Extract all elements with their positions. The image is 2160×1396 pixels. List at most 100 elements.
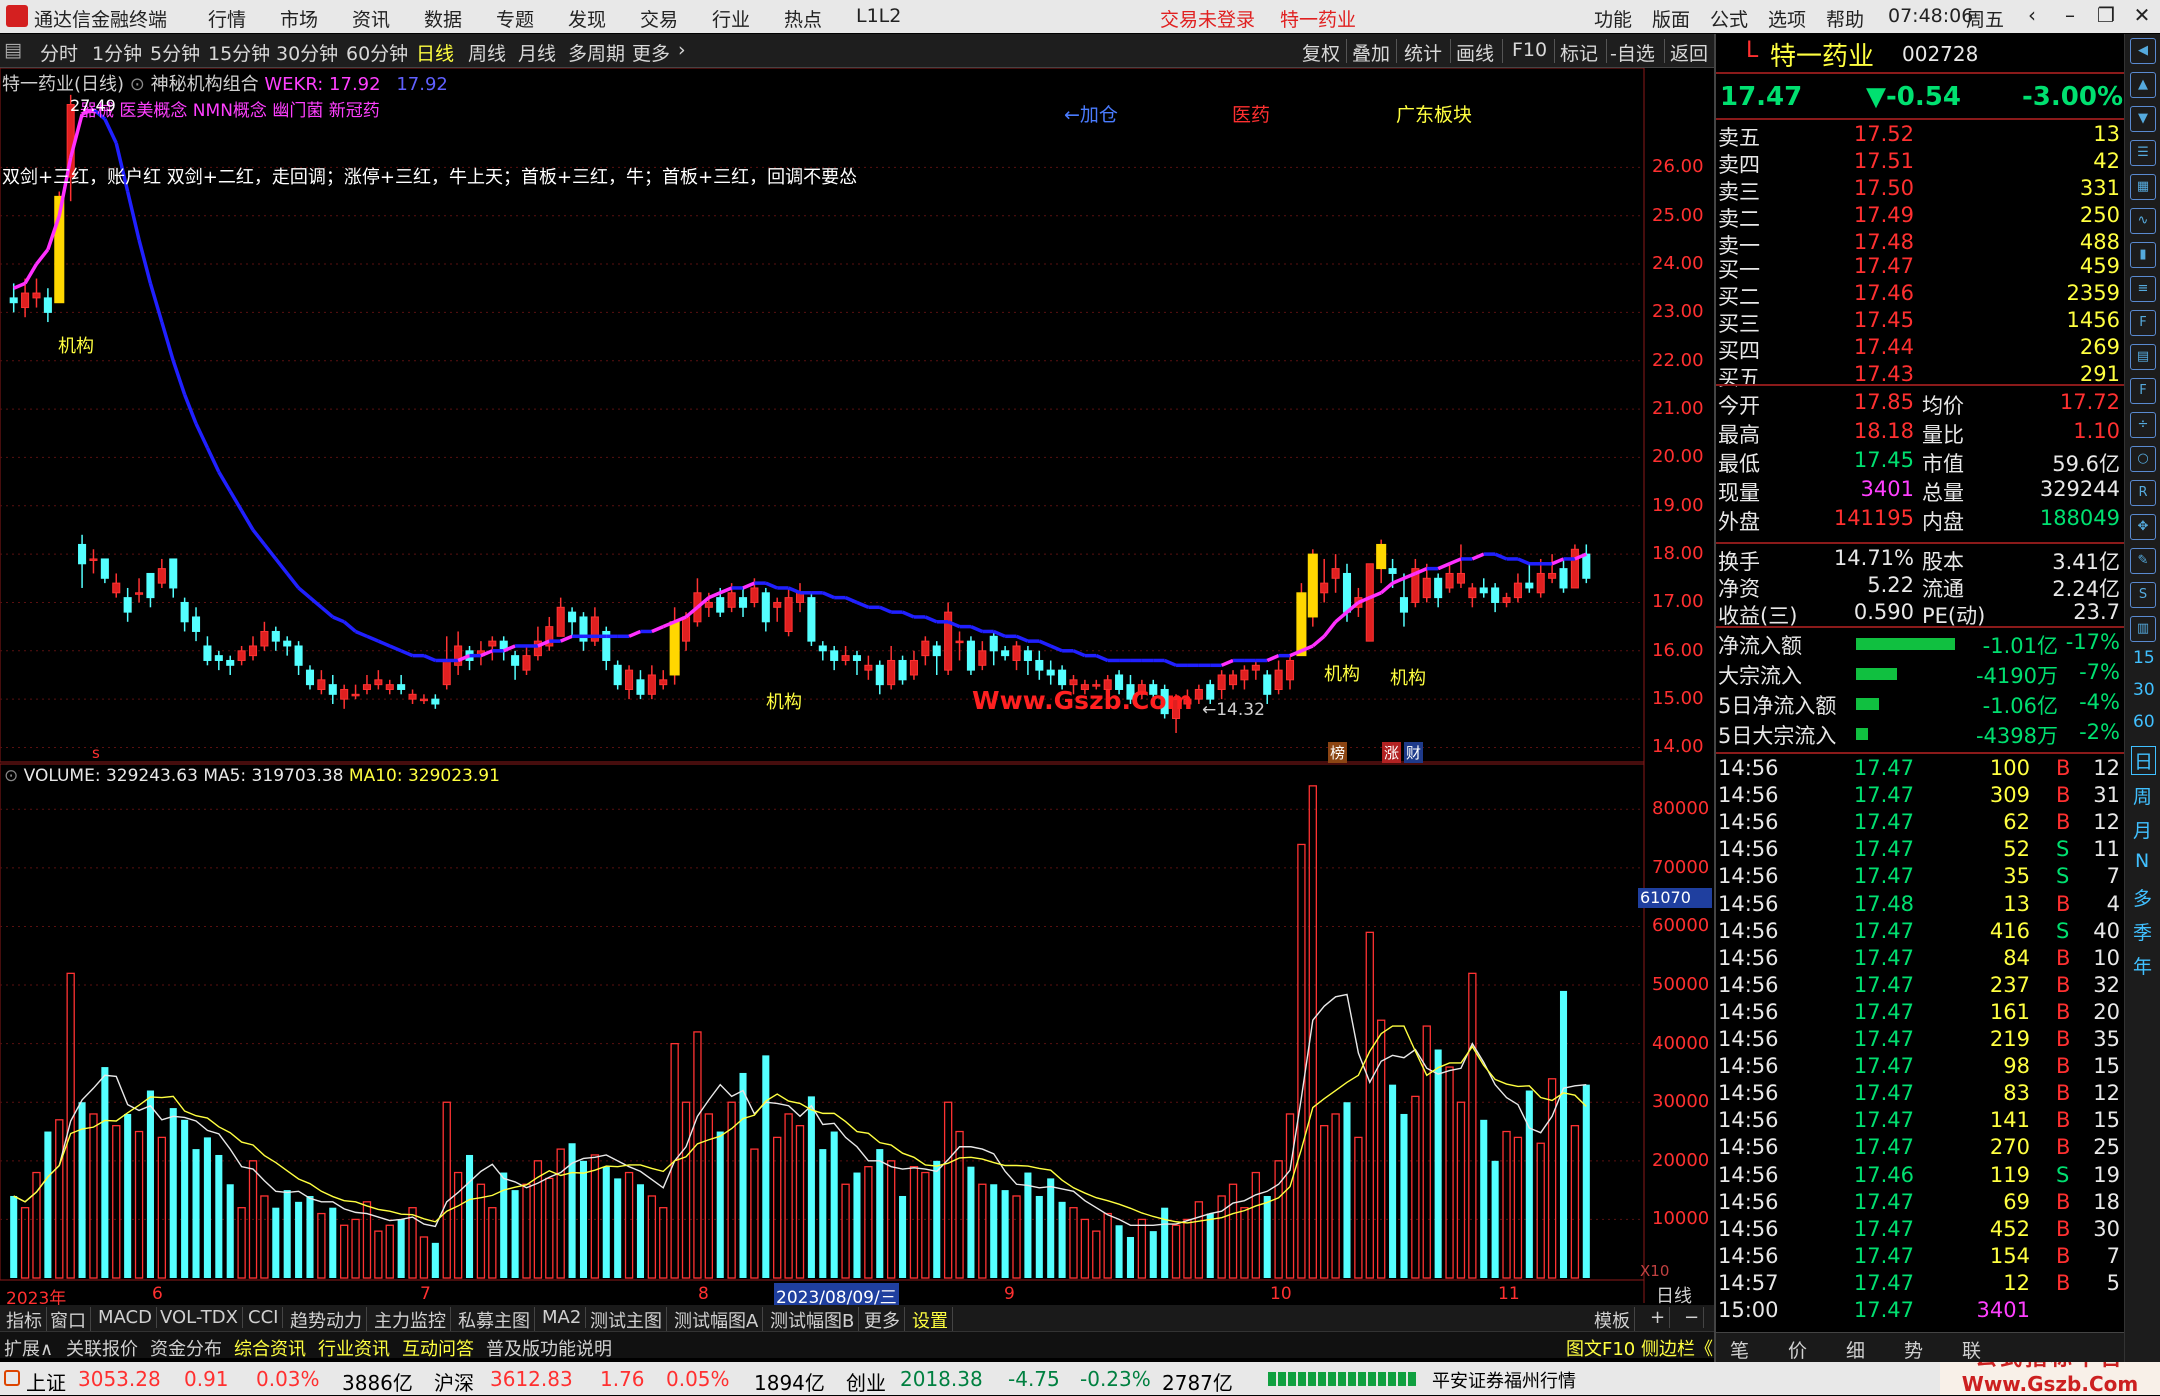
down-icon[interactable]: ▼ (2130, 106, 2156, 132)
tab-zhuli[interactable]: 主力监控 (370, 1307, 451, 1333)
tab-window[interactable]: 窗口 (46, 1307, 91, 1333)
indicator-dropdown-icon[interactable]: ⊙ (130, 74, 145, 95)
tool-back[interactable]: 返回 (1670, 39, 1708, 66)
tab-lian[interactable]: 联 (1962, 1336, 1981, 1363)
cy-name[interactable]: 创业 (846, 1367, 886, 1396)
detail-icon[interactable]: ≡ (2130, 276, 2156, 302)
menu-faxian[interactable]: 发现 (568, 5, 606, 32)
tab-vol-tdx[interactable]: VOL-TDX (156, 1307, 243, 1328)
period-year[interactable]: 年 (2133, 952, 2152, 979)
ext-hangye[interactable]: 行业资讯 (318, 1335, 390, 1361)
pen-icon[interactable]: ✎ (2130, 548, 2156, 574)
tool-tongji[interactable]: 统计 (1404, 39, 1442, 66)
min-30[interactable]: 30 (2133, 680, 2155, 700)
period-60min[interactable]: 60分钟 (346, 39, 408, 66)
period-multi-side[interactable]: 多 (2133, 884, 2152, 911)
tab-xi[interactable]: 细 (1846, 1336, 1865, 1363)
template-button[interactable]: 模板 (1590, 1307, 1635, 1333)
tab-qushi[interactable]: 趋势动力 (286, 1307, 367, 1333)
period-5min[interactable]: 5分钟 (150, 39, 200, 66)
tab-ceshi-zhu[interactable]: 测试主图 (586, 1307, 667, 1333)
period-day[interactable]: 日 (2131, 746, 2157, 775)
period-15min[interactable]: 15分钟 (208, 39, 270, 66)
tool-diejia[interactable]: 叠加 (1352, 39, 1390, 66)
f10-icon[interactable]: F (2130, 310, 2156, 336)
menu-banmian[interactable]: 版面 (1652, 5, 1690, 32)
period-more[interactable]: 更多 (632, 39, 670, 66)
period-quarter[interactable]: 季 (2133, 918, 2152, 945)
ext-puji[interactable]: 普及版功能说明 (486, 1335, 612, 1361)
tab-ceshi-a[interactable]: 测试幅图A (670, 1307, 764, 1333)
tab-macd[interactable]: MACD (94, 1307, 157, 1328)
period-weekly[interactable]: 周线 (468, 39, 506, 66)
remove-window-button[interactable]: − (1680, 1307, 1705, 1328)
ext-guanlian[interactable]: 关联报价 (66, 1335, 138, 1361)
restore-icon[interactable]: ❐ (2090, 3, 2122, 29)
period-multi[interactable]: 多周期 (568, 39, 625, 66)
tool-biaoji[interactable]: 标记 (1560, 39, 1598, 66)
circle-icon[interactable]: ○ (2130, 446, 2156, 472)
sh-name[interactable]: 上证 (26, 1367, 66, 1396)
period-n[interactable]: N (2135, 850, 2149, 872)
min-60[interactable]: 60 (2133, 712, 2155, 732)
kline-icon[interactable]: ▮ (2130, 242, 2156, 268)
tool-fuquan[interactable]: 复权 (1302, 39, 1340, 66)
calc-icon[interactable]: ÷ (2130, 412, 2156, 438)
period-monthly[interactable]: 月线 (518, 39, 556, 66)
min-15[interactable]: 15 (2133, 648, 2155, 668)
tab-simu[interactable]: 私募主图 (454, 1307, 535, 1333)
period-30min[interactable]: 30分钟 (276, 39, 338, 66)
tab-bi[interactable]: 笔 (1730, 1336, 1749, 1363)
period-week[interactable]: 周 (2133, 782, 2152, 809)
period-month[interactable]: 月 (2133, 816, 2152, 843)
tab-more[interactable]: 更多 (860, 1307, 905, 1333)
badge-zhang[interactable]: 涨 (1382, 742, 1402, 763)
ext-hudong[interactable]: 互动问答 (402, 1335, 474, 1361)
tab-settings[interactable]: 设置 (908, 1307, 953, 1333)
move-icon[interactable]: ✥ (2130, 514, 2156, 540)
close-icon[interactable]: ✕ (2126, 3, 2158, 29)
menu-zixun[interactable]: 资讯 (352, 5, 390, 32)
tab-ceshi-b[interactable]: 测试幅图B (766, 1307, 860, 1333)
login-status[interactable]: 交易未登录 (1160, 5, 1255, 32)
tool-zixuan[interactable]: -自选 (1610, 39, 1655, 66)
ext-f10-sidebar[interactable]: 图文F10 侧边栏《 (1566, 1335, 1713, 1361)
tool-f10[interactable]: F10 (1512, 39, 1547, 61)
trend-icon[interactable]: ∿ (2130, 208, 2156, 234)
hs-name[interactable]: 沪深 (434, 1367, 474, 1396)
menu-gongshi[interactable]: 公式 (1710, 5, 1748, 32)
table-icon[interactable]: ▦ (2130, 174, 2156, 200)
back-icon[interactable]: ‹ (2016, 3, 2048, 29)
nav-icon[interactable]: ◀ (2130, 38, 2156, 64)
add-window-button[interactable]: + (1646, 1307, 1671, 1328)
chevron-right-icon[interactable]: › (678, 39, 686, 61)
badge-bang[interactable]: 榜 (1328, 742, 1348, 763)
list-icon[interactable]: ☰ (2130, 140, 2156, 166)
menu-hangqing[interactable]: 行情 (208, 5, 246, 32)
badge-cai[interactable]: 财 (1404, 742, 1424, 763)
menu-gongneng[interactable]: 功能 (1594, 5, 1632, 32)
fs-icon[interactable]: S (2130, 582, 2156, 608)
tab-shi[interactable]: 势 (1904, 1336, 1923, 1363)
indicator-name[interactable]: 神秘机构组合 (151, 74, 259, 95)
period-fenshi[interactable]: 分时 (40, 39, 78, 66)
menu-redian[interactable]: 热点 (784, 5, 822, 32)
chart-icon[interactable]: ▥ (2130, 616, 2156, 642)
tab-jia[interactable]: 价 (1788, 1336, 1807, 1363)
f12-icon[interactable]: F (2130, 378, 2156, 404)
rsi-icon[interactable]: R (2130, 480, 2156, 506)
up-icon[interactable]: ▲ (2130, 72, 2156, 98)
tab-cci[interactable]: CCI (244, 1307, 284, 1328)
minimize-icon[interactable]: – (2054, 3, 2086, 29)
menu-xuanxiang[interactable]: 选项 (1768, 5, 1806, 32)
ext-toggle[interactable]: 扩展∧ (4, 1335, 53, 1361)
menu-zhuanti[interactable]: 专题 (496, 5, 534, 32)
menu-hangye[interactable]: 行业 (712, 5, 750, 32)
grid-icon[interactable]: ▤ (2130, 344, 2156, 370)
menu-jiaoyi[interactable]: 交易 (640, 5, 678, 32)
period-1min[interactable]: 1分钟 (92, 39, 142, 66)
menu-l1l2[interactable]: L1L2 (856, 5, 901, 27)
ext-zonghe[interactable]: 综合资讯 (234, 1335, 306, 1361)
period-daily[interactable]: 日线 (416, 39, 454, 66)
tab-zhibiao[interactable]: 指标 (2, 1307, 47, 1333)
